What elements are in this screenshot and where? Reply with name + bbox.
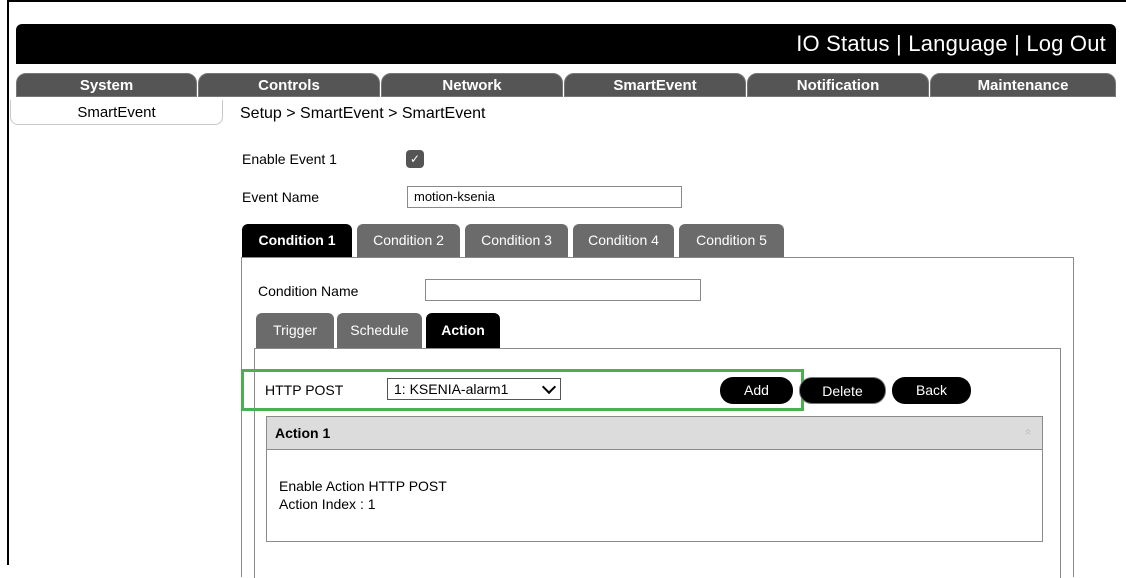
tab-condition-2[interactable]: Condition 2 xyxy=(357,224,460,257)
chevron-down-icon xyxy=(541,379,557,395)
back-button[interactable]: Back xyxy=(892,377,971,404)
delete-button[interactable]: Delete xyxy=(799,377,886,404)
link-separator: | xyxy=(1007,31,1027,56)
link-separator: | xyxy=(889,31,909,56)
logout-link[interactable]: Log Out xyxy=(1026,31,1106,56)
top-links: IO Status | Language | Log Out xyxy=(796,31,1106,57)
sidebar-item-smartevent[interactable]: SmartEvent xyxy=(10,100,223,125)
main-menu: System Controls Network SmartEvent Notif… xyxy=(16,73,1116,98)
tab-action[interactable]: Action xyxy=(426,313,500,348)
event-name-label: Event Name xyxy=(242,189,320,205)
tab-schedule[interactable]: Schedule xyxy=(337,313,422,348)
language-link[interactable]: Language xyxy=(908,31,1007,56)
http-post-select[interactable]: 1: KSENIA-alarm1 xyxy=(387,378,561,400)
window-frame-top xyxy=(7,0,1126,2)
select-value: 1: KSENIA-alarm1 xyxy=(394,381,509,397)
menu-tab-maintenance[interactable]: Maintenance xyxy=(930,73,1116,97)
tab-condition-4[interactable]: Condition 4 xyxy=(573,224,674,257)
enable-event-checkbox[interactable]: ✓ xyxy=(406,150,424,168)
action-1-body: Enable Action HTTP POST Action Index : 1 xyxy=(266,450,1043,542)
enable-event-label: Enable Event 1 xyxy=(242,151,337,167)
http-post-label: HTTP POST xyxy=(265,382,344,398)
window-frame-left xyxy=(7,0,9,565)
io-status-link[interactable]: IO Status xyxy=(796,31,890,56)
menu-tab-smartevent[interactable]: SmartEvent xyxy=(564,73,746,97)
action-1-header[interactable]: Action 1 « xyxy=(266,416,1043,450)
menu-tab-system[interactable]: System xyxy=(16,73,197,97)
menu-tab-controls[interactable]: Controls xyxy=(198,73,380,97)
menu-tab-notification[interactable]: Notification xyxy=(747,73,929,97)
breadcrumb: Setup > SmartEvent > SmartEvent xyxy=(240,105,486,122)
tab-condition-1[interactable]: Condition 1 xyxy=(242,224,352,257)
tab-condition-3[interactable]: Condition 3 xyxy=(465,224,568,257)
action-1-title: Action 1 xyxy=(275,425,331,441)
checkmark-icon: ✓ xyxy=(409,152,421,166)
top-bar: IO Status | Language | Log Out xyxy=(16,24,1116,64)
condition-name-input[interactable] xyxy=(425,279,701,301)
collapse-icon[interactable]: « xyxy=(1022,429,1036,436)
action-detail-line: Enable Action HTTP POST xyxy=(279,478,447,494)
condition-name-label: Condition Name xyxy=(258,283,359,299)
event-name-input[interactable]: motion-ksenia xyxy=(407,186,682,208)
action-detail-line: Action Index : 1 xyxy=(279,496,376,512)
add-button[interactable]: Add xyxy=(720,377,793,404)
tab-trigger[interactable]: Trigger xyxy=(256,313,334,348)
tab-condition-5[interactable]: Condition 5 xyxy=(679,224,784,257)
menu-tab-network[interactable]: Network xyxy=(381,73,563,97)
